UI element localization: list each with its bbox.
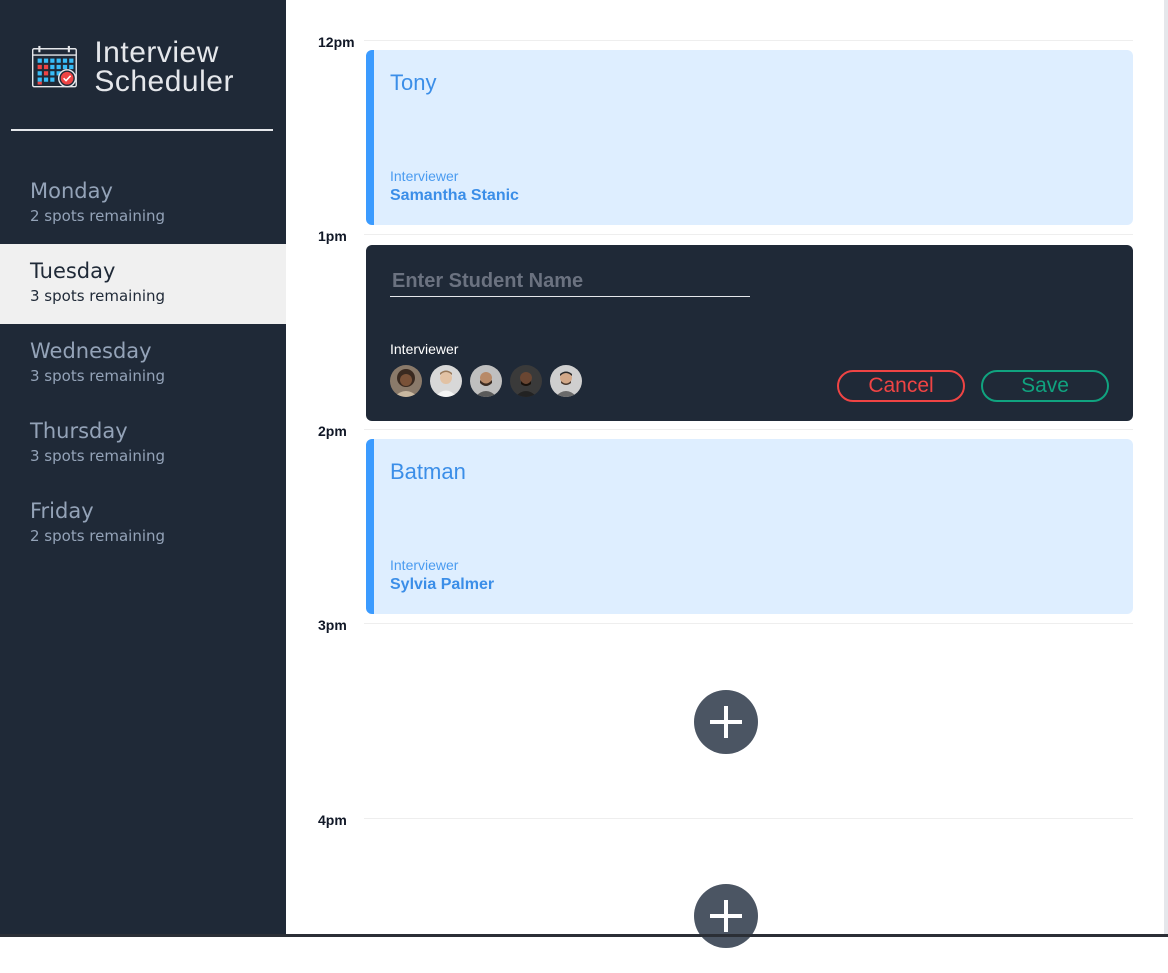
- schedule: 12pm Tony Interviewer Samantha Stanic 1p…: [286, 0, 1164, 948]
- slot-divider: [364, 818, 1133, 819]
- student-name-input[interactable]: [390, 267, 750, 297]
- day-spots: 3 spots remaining: [30, 287, 166, 305]
- time-label: 4pm: [318, 812, 347, 828]
- day-spots: 2 spots remaining: [30, 527, 166, 545]
- plus-icon: [710, 900, 742, 932]
- day-name: Wednesday: [30, 339, 152, 363]
- plus-icon: [710, 706, 742, 738]
- student-name: Batman: [390, 459, 466, 484]
- slot-divider: [364, 234, 1133, 235]
- student-name: Tony: [390, 70, 437, 95]
- calendar-logo-icon: [32, 45, 77, 88]
- day-spots: 3 spots remaining: [30, 367, 166, 385]
- day-spots: 2 spots remaining: [30, 207, 166, 225]
- sidebar-divider: [11, 129, 273, 131]
- day-name: Friday: [30, 499, 94, 523]
- slot-divider: [364, 40, 1133, 41]
- day-item-thursday[interactable]: Thursday 3 spots remaining: [0, 404, 286, 484]
- day-item-friday[interactable]: Friday 2 spots remaining: [0, 484, 286, 564]
- slot-divider: [364, 623, 1133, 624]
- slot-divider: [364, 429, 1133, 430]
- time-label: 3pm: [318, 617, 347, 633]
- interviewer-label: Interviewer: [390, 341, 459, 357]
- day-name: Thursday: [30, 419, 128, 443]
- time-label: 12pm: [318, 34, 355, 50]
- day-item-monday[interactable]: Monday 2 spots remaining: [0, 164, 286, 244]
- time-label: 1pm: [318, 228, 347, 244]
- day-list: Monday 2 spots remaining Tuesday 3 spots…: [0, 164, 286, 564]
- brand: Interview Scheduler: [32, 36, 286, 98]
- day-item-wednesday[interactable]: Wednesday 3 spots remaining: [0, 324, 286, 404]
- day-item-tuesday[interactable]: Tuesday 3 spots remaining: [0, 244, 286, 324]
- sidebar: Interview Scheduler Monday 2 spots remai…: [0, 0, 286, 937]
- interviewer-label: Interviewer: [390, 168, 459, 184]
- time-label: 2pm: [318, 423, 347, 439]
- app-title: Interview Scheduler: [94, 36, 234, 98]
- add-appointment-button[interactable]: [694, 690, 758, 754]
- day-spots: 3 spots remaining: [30, 447, 166, 465]
- interviewer-label: Interviewer: [390, 557, 459, 573]
- day-name: Tuesday: [30, 259, 116, 283]
- day-name: Monday: [30, 179, 113, 203]
- add-appointment-button[interactable]: [694, 884, 758, 948]
- scrollbar[interactable]: [1164, 0, 1168, 937]
